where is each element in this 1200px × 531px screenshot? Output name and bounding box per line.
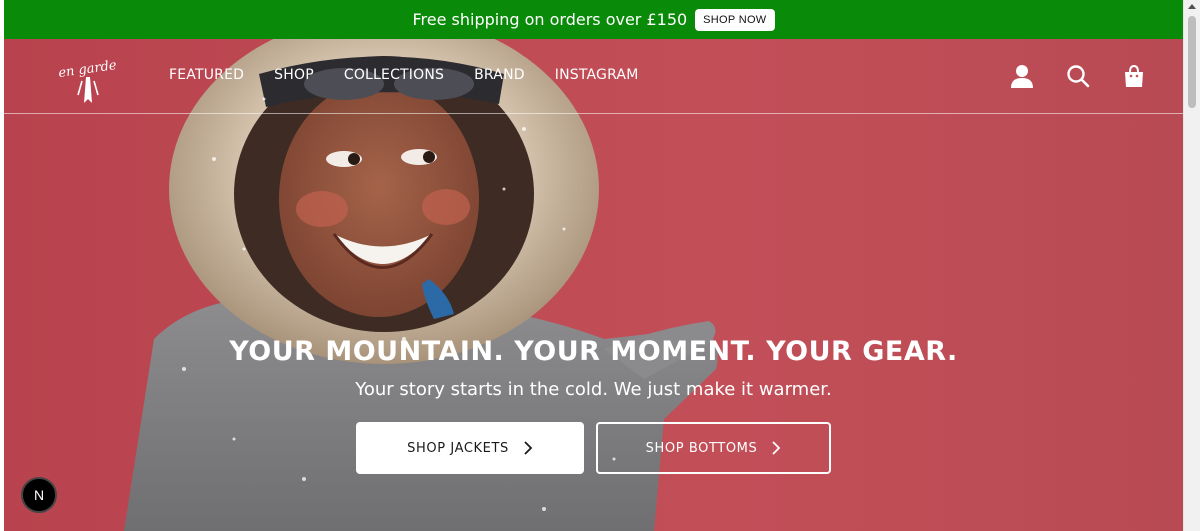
shop-bottoms-button[interactable]: SHOP BOTTOMS (596, 422, 831, 474)
header-actions (1009, 63, 1147, 89)
nav-shop[interactable]: SHOP (274, 67, 314, 83)
main-nav: FEATURED SHOP COLLECTIONS BRAND INSTAGRA… (169, 67, 638, 83)
shop-now-button[interactable]: SHOP NOW (695, 8, 775, 31)
brand-logo[interactable]: en garde (52, 55, 124, 107)
announcement-bar: Free shipping on orders over £150 SHOP N… (4, 0, 1183, 39)
nav-featured[interactable]: FEATURED (169, 67, 244, 83)
site-header: en garde FEATURED SHOP COLLECTIONS BRAND… (4, 39, 1183, 114)
nav-instagram[interactable]: INSTAGRAM (555, 67, 639, 83)
hero-headline: YOUR MOUNTAIN. YOUR MOMENT. YOUR GEAR. (229, 336, 958, 367)
nav-brand[interactable]: BRAND (474, 67, 525, 83)
chevron-right-icon (524, 441, 533, 455)
account-icon[interactable] (1009, 63, 1035, 89)
scrollbar-thumb[interactable] (1188, 16, 1196, 108)
cart-bag-icon[interactable] (1121, 63, 1147, 89)
chevron-right-icon (772, 441, 781, 455)
dev-badge-label: N (33, 487, 45, 503)
nextjs-dev-badge[interactable]: N (21, 477, 57, 513)
announcement-text: Free shipping on orders over £150 (412, 10, 688, 29)
scroll-up-arrow-icon[interactable] (1188, 4, 1196, 9)
nav-collections[interactable]: COLLECTIONS (344, 67, 444, 83)
shop-jackets-button[interactable]: SHOP JACKETS (356, 422, 584, 474)
page-scrollbar[interactable] (1183, 0, 1200, 531)
search-icon[interactable] (1065, 63, 1091, 89)
shop-jackets-label: SHOP JACKETS (407, 440, 509, 456)
hero-subheadline: Your story starts in the cold. We just m… (355, 379, 832, 400)
shop-bottoms-label: SHOP BOTTOMS (645, 440, 758, 456)
